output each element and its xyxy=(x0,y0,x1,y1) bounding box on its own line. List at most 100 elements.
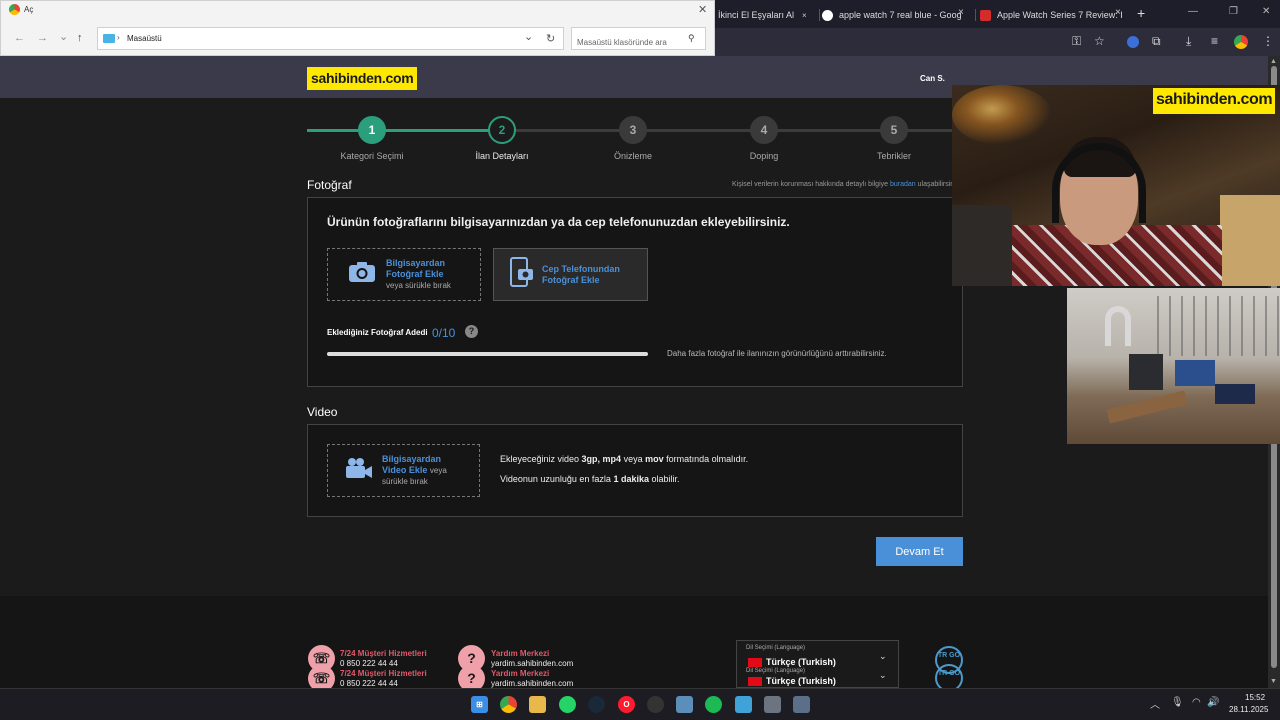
download-icon[interactable]: ⤓ xyxy=(1186,34,1191,49)
calculator-icon[interactable] xyxy=(764,696,781,713)
steam-icon[interactable] xyxy=(588,696,605,713)
clock-date[interactable]: 28.11.2025 xyxy=(1229,705,1268,714)
obs-icon[interactable] xyxy=(647,696,664,713)
clock-time[interactable]: 15:52 xyxy=(1245,693,1265,702)
path-bar[interactable] xyxy=(97,27,564,50)
tab-google-search[interactable]: apple watch 7 real blue - Goog xyxy=(822,4,972,26)
extension-icon[interactable] xyxy=(1127,36,1139,48)
network-app-icon[interactable] xyxy=(676,696,693,713)
tab-title: eki İkinci El Eşyaları Al xyxy=(704,10,795,20)
language-select[interactable]: Dil Seçimi (Language) Türkçe (Turkish) ⌄… xyxy=(736,640,899,688)
tray-expand-icon[interactable]: ︿ xyxy=(1150,696,1160,711)
step-3-circle: 3 xyxy=(619,116,647,144)
search-input[interactable] xyxy=(571,27,706,50)
step-5-circle: 5 xyxy=(880,116,908,144)
scroll-down-icon[interactable]: ▼ xyxy=(1270,678,1277,685)
video-format-info: Ekleyeceğiniz video 3gp, mp4 veya mov fo… xyxy=(500,454,748,464)
breadcrumb-separator-icon: › xyxy=(117,33,120,42)
photo-count-label: Eklediğiniz Fotoğraf Adedi xyxy=(327,328,428,337)
video-info2-b: 1 dakika xyxy=(613,474,649,484)
site-footer xyxy=(0,596,1268,688)
site-logo[interactable]: sahibinden.com xyxy=(307,67,418,90)
help-icon[interactable]: ? xyxy=(465,325,478,338)
video-info2-c: olabilir. xyxy=(648,474,680,484)
bookmark-star-icon[interactable]: ☆ xyxy=(1094,34,1105,48)
wood-plank xyxy=(1106,390,1188,424)
video-info1-d: mov xyxy=(645,454,664,464)
spotify-icon[interactable] xyxy=(705,696,722,713)
support-title: 7/24 Müşteri Hizmetleri xyxy=(340,649,427,658)
windows-start-icon[interactable]: ⊞ xyxy=(471,696,488,713)
refresh-icon[interactable]: ↻ xyxy=(546,32,555,45)
extensions-puzzle-icon[interactable]: ⧉ xyxy=(1152,34,1161,49)
volume-icon[interactable]: 🔊 xyxy=(1207,697,1219,708)
tab-close-icon[interactable]: × xyxy=(958,7,964,18)
search-icon[interactable]: ⚲ xyxy=(688,33,695,44)
upload-pc-line2: Fotoğraf Ekle xyxy=(386,269,444,279)
wifi-icon[interactable]: ◠ xyxy=(1192,697,1201,708)
upload-phone-line2: Fotoğraf Ekle xyxy=(542,274,600,285)
tab-close-icon[interactable]: × xyxy=(802,11,807,20)
upload-phone-text: Cep Telefonundan Fotoğraf Ekle xyxy=(542,264,620,286)
notes-icon[interactable] xyxy=(735,696,752,713)
google-icon xyxy=(822,9,833,21)
chevron-down-icon: ⌄ xyxy=(879,651,887,661)
whatsapp-icon[interactable] xyxy=(559,696,576,713)
webcam-desk xyxy=(1067,288,1280,444)
user-menu[interactable]: Can S. xyxy=(920,74,945,83)
restore-icon[interactable]: ❐ xyxy=(1229,6,1238,17)
path-text[interactable]: Masaüstü xyxy=(127,34,162,43)
step-4-label: Doping xyxy=(749,151,779,161)
armchair xyxy=(1220,195,1280,286)
upload-pc-sub: veya sürükle bırak xyxy=(386,281,451,290)
tab-sahibinden[interactable]: eki İkinci El Eşyaları Al × xyxy=(704,4,820,26)
video-info1-c: veya xyxy=(621,454,646,464)
dialog-close-icon[interactable]: ✕ xyxy=(698,3,707,16)
back-arrow-icon[interactable]: ← xyxy=(14,32,25,44)
password-key-icon[interactable]: ⚿ xyxy=(1072,34,1081,49)
profile-avatar[interactable] xyxy=(1234,35,1248,49)
upload-phone-line1: Cep Telefonundan xyxy=(542,263,620,274)
chrome-icon[interactable] xyxy=(500,696,517,713)
privacy-link[interactable]: buradan xyxy=(890,181,916,188)
up-arrow-icon[interactable]: ↑ xyxy=(77,32,83,44)
dialog-title: Aç xyxy=(24,5,34,14)
overlay-banner: sahibinden.com xyxy=(1153,88,1276,114)
video-camera-icon xyxy=(345,457,373,484)
window-close-icon[interactable]: ✕ xyxy=(1262,6,1270,17)
step-2-label: İlan Detayları xyxy=(475,151,529,161)
step-5-label: Tebrikler xyxy=(876,151,911,161)
step-2-circle: 2 xyxy=(488,116,516,144)
help-center-title: Yardım Merkezi xyxy=(491,649,550,658)
reading-list-icon[interactable]: ≡ xyxy=(1211,34,1218,48)
more-photo-note: Daha fazla fotoğraf ile ilanınızın görün… xyxy=(667,349,887,358)
scroll-up-icon[interactable]: ▲ xyxy=(1270,58,1277,65)
webcam-streamer xyxy=(952,85,1280,286)
language-caption: Dil Seçimi (Language) xyxy=(746,668,806,674)
browser-menu-icon[interactable]: ⋮ xyxy=(1262,34,1274,48)
file-explorer-icon[interactable] xyxy=(529,696,546,713)
support-phone[interactable]: 0 850 222 44 44 xyxy=(340,659,398,668)
support-phone[interactable]: 0 850 222 44 44 xyxy=(340,679,398,688)
forward-arrow-icon[interactable]: → xyxy=(37,32,48,44)
photo-count-value: 0/10 xyxy=(432,326,456,340)
upload-from-computer-button[interactable]: Bilgisayardan Fotoğraf Ekle veya sürükle… xyxy=(327,248,481,301)
upload-from-phone-button[interactable]: Cep Telefonundan Fotoğraf Ekle xyxy=(493,248,648,301)
path-dropdown-icon[interactable]: ⌄ xyxy=(524,30,533,43)
help-center-link[interactable]: yardim.sahibinden.com xyxy=(491,679,573,688)
upload-video-line2: Video Ekle xyxy=(382,465,428,475)
tab-apple-watch-review[interactable]: Apple Watch Series 7 Review: I xyxy=(980,4,1130,26)
help-center-link[interactable]: yardim.sahibinden.com xyxy=(491,659,573,668)
continue-button[interactable]: Devam Et xyxy=(876,537,963,566)
new-tab-button[interactable]: + xyxy=(1137,5,1145,21)
microphone-icon[interactable]: 🎙 xyxy=(1171,697,1184,708)
minimize-icon[interactable]: — xyxy=(1188,6,1198,17)
snipping-tool-icon[interactable] xyxy=(793,696,810,713)
recent-locations-icon[interactable]: ⌄ xyxy=(59,30,68,43)
opera-icon[interactable]: O xyxy=(618,696,635,713)
chrome-icon xyxy=(9,4,20,15)
upload-video-button[interactable]: Bilgisayardan Video Ekle veya sürükle bı… xyxy=(327,444,480,497)
netflix-icon xyxy=(980,9,991,21)
turkey-flag-icon xyxy=(748,677,762,686)
tab-close-icon[interactable]: × xyxy=(1115,7,1121,18)
